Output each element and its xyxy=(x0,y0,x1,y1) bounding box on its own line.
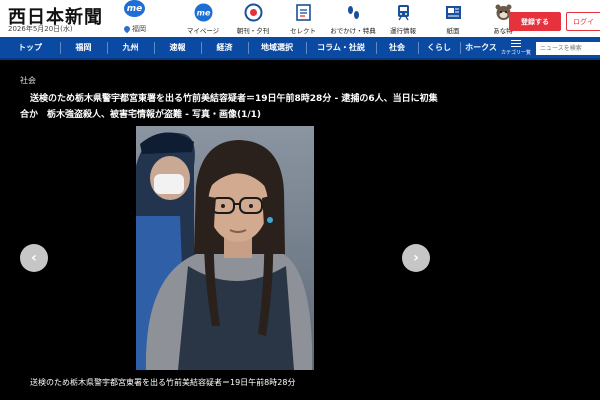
nav-transit[interactable]: 運行情報 xyxy=(378,0,428,37)
select-icon xyxy=(294,3,313,22)
me-badge[interactable]: me xyxy=(124,0,145,17)
cat-top[interactable]: トップ xyxy=(0,37,60,58)
cat-fukuoka[interactable]: 福岡 xyxy=(60,37,107,58)
nav-label: 朝刊・夕刊 xyxy=(236,27,270,35)
newspaper-icon xyxy=(244,3,263,22)
photo-caption: 送検のため栃木県警宇都宮東署を出る竹前美結容疑者＝19日午前8時28分 xyxy=(30,378,296,387)
me-icon: me xyxy=(194,3,213,22)
chevron-left-icon: ‹ xyxy=(31,250,37,266)
nav-label: 運行情報 xyxy=(390,27,416,35)
site-header: 西日本新聞 me 2026年5月20日(水) 福岡 me マイページ 朝刊・夕刊… xyxy=(0,0,600,37)
hamburger-icon xyxy=(511,40,521,47)
chevron-right-icon: › xyxy=(413,250,419,266)
nav-morning-evening[interactable]: 朝刊・夕刊 xyxy=(228,0,278,37)
nav-select[interactable]: セレクト xyxy=(278,0,328,37)
login-button[interactable]: ログイ xyxy=(566,12,600,31)
cat-kyushu[interactable]: 九州 xyxy=(107,37,154,58)
nav-paper[interactable]: 紙面 xyxy=(428,0,478,37)
train-icon xyxy=(394,3,413,22)
paper-icon xyxy=(444,3,463,22)
nav-label: セレクト xyxy=(290,27,316,35)
cat-hawks[interactable]: ホークス xyxy=(460,37,502,58)
location-pin-icon xyxy=(122,24,132,34)
cat-region[interactable]: 地域選択 xyxy=(248,37,306,58)
cat-society[interactable]: 社会 xyxy=(376,37,418,58)
current-date: 2026年5月20日(水) xyxy=(8,25,73,33)
nav-outing[interactable]: おでかけ・特典 xyxy=(328,0,378,37)
article-photo[interactable] xyxy=(136,126,314,370)
category-nav: トップ 福岡 九州 速報 経済 地域選択 コラム・社説 社会 くらし ホークス … xyxy=(0,37,600,60)
svg-text:me: me xyxy=(196,9,210,18)
next-image-button[interactable]: › xyxy=(402,244,430,272)
section-label[interactable]: 社会 xyxy=(20,75,36,86)
location-label: 福岡 xyxy=(132,25,146,33)
cat-economy[interactable]: 経済 xyxy=(201,37,248,58)
cat-breaking[interactable]: 速報 xyxy=(154,37,201,58)
header-nav: me マイページ 朝刊・夕刊 セレクト おでかけ・特典 運行情報 紙面 あな特 xyxy=(178,0,528,37)
nav-label: おでかけ・特典 xyxy=(330,27,376,35)
cat-life[interactable]: くらし xyxy=(418,37,460,58)
register-button[interactable]: 登録する xyxy=(509,12,561,31)
location-selector[interactable]: 福岡 xyxy=(122,24,146,34)
category-menu-button[interactable]: カテゴリ一覧 xyxy=(501,38,531,58)
search-input[interactable] xyxy=(536,42,600,55)
category-menu-label: カテゴリ一覧 xyxy=(501,50,532,56)
nav-label: マイページ xyxy=(186,27,220,35)
nav-mypage[interactable]: me マイページ xyxy=(178,0,228,37)
footprints-icon xyxy=(344,3,363,22)
nav-label: 紙面 xyxy=(446,27,460,35)
article-headline: 送検のため栃木県警宇都宮東署を出る竹前美結容疑者＝19日午前8時28分 - 逮捕… xyxy=(20,94,438,120)
prev-image-button[interactable]: ‹ xyxy=(20,244,48,272)
cat-column[interactable]: コラム・社説 xyxy=(306,37,376,58)
